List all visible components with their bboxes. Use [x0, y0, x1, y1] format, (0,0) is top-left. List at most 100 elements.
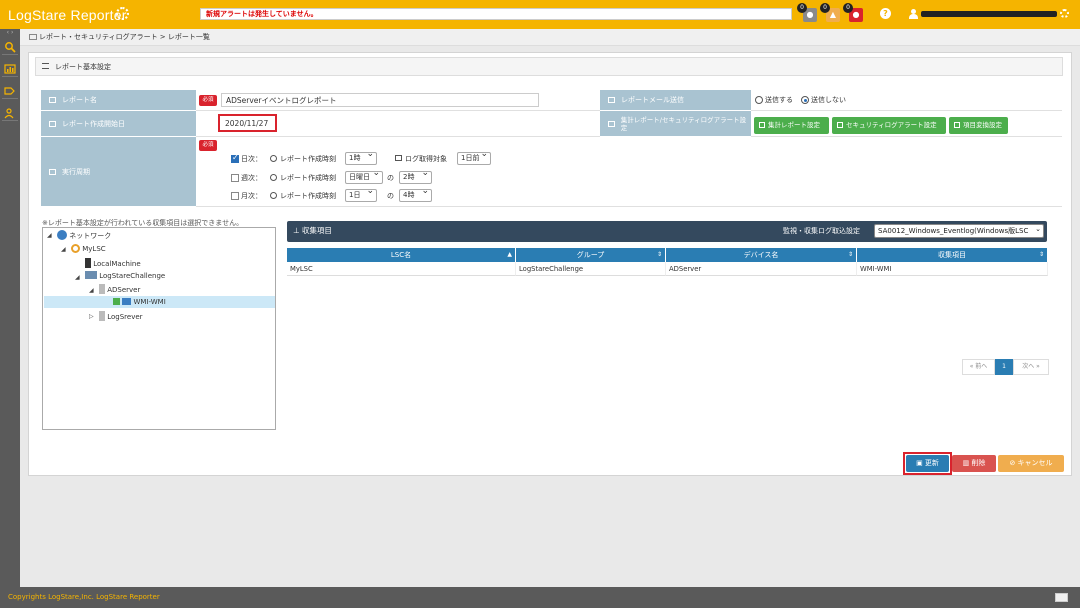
- log-target-select[interactable]: 1日前: [457, 150, 491, 165]
- monitor-select[interactable]: SA0012_Windows_Eventlog(Windows版LSC ⌄: [874, 224, 1044, 238]
- sidebar: ‹ ›: [0, 29, 20, 587]
- cancel-button[interactable]: ⊘ キャンセル: [998, 455, 1064, 472]
- pager-page-1[interactable]: 1: [995, 359, 1013, 375]
- tree-collapse-icon[interactable]: ▷: [89, 313, 94, 320]
- tree-node-adserver[interactable]: ADServer: [99, 284, 140, 295]
- scroll-top-button[interactable]: [1055, 593, 1068, 602]
- monthly-no-label: の: [387, 192, 394, 200]
- server-icon: [99, 311, 105, 321]
- table-cell: LogStareChallenge: [516, 262, 666, 276]
- column-header-item[interactable]: 収集項目 ⇕: [857, 248, 1048, 262]
- start-date-label: レポート作成開始日: [41, 111, 196, 137]
- user-name-redacted[interactable]: [921, 11, 1057, 17]
- weekly-time-select[interactable]: 2時: [399, 169, 432, 184]
- weekly-day-select[interactable]: 日曜日: [345, 169, 383, 184]
- device-tree[interactable]: ◢ ネットワーク ◢ MyLSC LocalMachine ◢ LogStare…: [42, 227, 276, 430]
- collector-icon: [122, 298, 132, 305]
- alert-message: 新規アラートは発生していません。: [200, 8, 792, 20]
- tree-node-network[interactable]: ネットワーク: [57, 230, 111, 241]
- monthly-checkbox[interactable]: [231, 192, 239, 200]
- tree-node-logsrever[interactable]: LogSrever: [99, 311, 143, 322]
- tag-icon: [4, 87, 15, 95]
- email-nosend-radio[interactable]: [801, 96, 809, 104]
- calendar-icon: [49, 168, 56, 175]
- item-conversion-button[interactable]: 項目変換設定: [949, 117, 1008, 134]
- image-icon: [49, 97, 56, 103]
- tree-expand-icon[interactable]: ◢: [61, 246, 66, 253]
- start-date-highlight: [218, 114, 277, 132]
- column-header-device[interactable]: デバイス名 ⇕: [666, 248, 857, 262]
- notice-info-badge: 0: [797, 3, 807, 13]
- schedule-label: 実行周期: [41, 137, 196, 207]
- report-name-input[interactable]: ADServerイベントログレポート: [221, 93, 539, 107]
- sidebar-item-search[interactable]: [2, 39, 18, 55]
- weekly-checkbox[interactable]: [231, 174, 239, 182]
- tree-node-wmi[interactable]: WMI-WMI: [113, 297, 166, 307]
- top-bar: LogStare Reporter 新規アラートは発生していません。 ● 0 ▲…: [0, 0, 1080, 29]
- weekly-time-label: レポート作成時刻: [270, 173, 336, 183]
- sidebar-item-users[interactable]: [2, 105, 18, 121]
- weekly-no-label: の: [387, 174, 394, 182]
- log-target-label: ログ取得対象: [395, 154, 447, 164]
- breadcrumb: レポート・セキュリティログアラート > レポート一覧: [20, 29, 1080, 46]
- weekly-label[interactable]: 週次：: [241, 173, 262, 183]
- email-nosend-label[interactable]: 送信しない: [811, 95, 846, 105]
- monthly-label[interactable]: 月次：: [241, 191, 262, 201]
- collected-title: ⊥ 収集項目: [293, 226, 332, 235]
- check-icon: [113, 298, 120, 305]
- report-name-label: レポート名: [41, 90, 196, 111]
- sort-icon: ⇕: [847, 251, 853, 258]
- breadcrumb-chart-icon: [29, 34, 37, 40]
- server-icon: [99, 284, 105, 294]
- breadcrumb-text[interactable]: レポート・セキュリティログアラート > レポート一覧: [39, 33, 210, 41]
- globe-icon: [57, 230, 67, 240]
- brand-logo[interactable]: LogStare Reporter: [8, 7, 127, 23]
- daily-label[interactable]: 日次：: [241, 154, 262, 164]
- email-send-radio[interactable]: [755, 96, 763, 104]
- notice-warning-badge: 0: [820, 3, 830, 13]
- sidebar-item-alert[interactable]: [2, 83, 18, 99]
- monthly-time-select[interactable]: 4時: [399, 187, 432, 202]
- email-send-label[interactable]: 送信する: [765, 95, 793, 105]
- server-icon: [85, 258, 91, 268]
- security-alert-button[interactable]: セキュリティログアラート設定: [832, 117, 946, 134]
- update-highlight: [903, 452, 952, 475]
- edit-icon: [759, 122, 765, 128]
- sort-icon: ⇕: [1038, 251, 1044, 258]
- tree-node-logstarechallenge[interactable]: LogStareChallenge: [85, 271, 165, 281]
- email-label: レポートメール送信: [600, 90, 751, 111]
- pager-next[interactable]: 次へ »: [1013, 359, 1049, 375]
- edit-icon: [954, 122, 960, 128]
- table-cell: WMI-WMI: [857, 262, 1048, 276]
- tree-node-localmachine[interactable]: LocalMachine: [85, 258, 141, 269]
- help-icon[interactable]: ?: [880, 8, 891, 19]
- pager-prev[interactable]: « 前へ: [962, 359, 995, 375]
- column-header-lsc[interactable]: LSC名 ▲: [287, 248, 516, 262]
- aggregate-label: 集計レポート/セキュリティログアラート設定: [600, 111, 751, 137]
- users-icon: [4, 108, 14, 119]
- sitemap-icon: ⊥: [293, 226, 302, 235]
- sort-icon: ⇕: [656, 251, 662, 258]
- table-cell: MyLSC: [287, 262, 516, 276]
- column-header-group[interactable]: グループ ⇕: [516, 248, 666, 262]
- tree-expand-icon[interactable]: ◢: [47, 232, 52, 239]
- aggregate-report-button[interactable]: 集計レポート設定: [754, 117, 829, 134]
- required-badge: 必須: [199, 95, 217, 106]
- delete-button[interactable]: ▥ 削除: [952, 455, 996, 472]
- panel-title: レポート基本設定: [55, 63, 111, 71]
- calendar-icon: [49, 120, 56, 127]
- lsc-icon: [71, 244, 80, 253]
- calendar-icon: [395, 155, 402, 161]
- clock-icon: [270, 192, 277, 199]
- user-icon[interactable]: [909, 9, 918, 19]
- user-settings-icon[interactable]: [1060, 9, 1069, 18]
- tree-expand-icon[interactable]: ◢: [75, 274, 80, 281]
- sidebar-toggle-icon[interactable]: ‹ ›: [0, 29, 20, 37]
- sidebar-item-report[interactable]: [2, 61, 18, 77]
- tree-expand-icon[interactable]: ◢: [89, 287, 94, 294]
- mail-icon: [608, 97, 615, 103]
- daily-time-select[interactable]: 1時: [345, 150, 377, 165]
- tree-node-mylsc[interactable]: MyLSC: [71, 244, 106, 254]
- monthly-day-select[interactable]: 1日: [345, 187, 377, 202]
- daily-checkbox[interactable]: [231, 153, 239, 163]
